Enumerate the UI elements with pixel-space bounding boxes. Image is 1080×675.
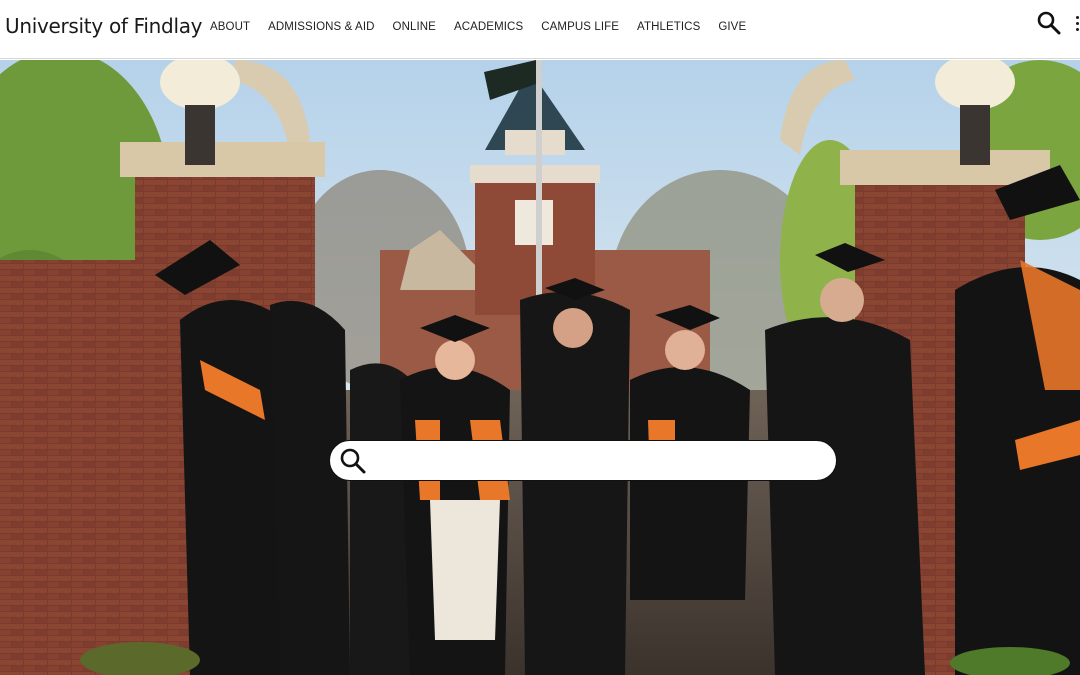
- nav-item-about[interactable]: ABOUT: [210, 21, 250, 33]
- hero-search-input[interactable]: [376, 447, 820, 475]
- nav-item-admissions-aid[interactable]: ADMISSIONS & AID: [268, 21, 374, 33]
- nav-item-give[interactable]: GIVE: [718, 21, 746, 33]
- more-vertical-icon[interactable]: [1071, 14, 1080, 32]
- nav-item-online[interactable]: ONLINE: [393, 21, 436, 33]
- hero-banner: [0, 60, 1080, 675]
- site-header: University of Findlay ABOUT ADMISSIONS &…: [0, 0, 1080, 59]
- main-nav: ABOUT ADMISSIONS & AID ONLINE ACADEMICS …: [210, 21, 764, 33]
- hero-search-bar[interactable]: [329, 440, 837, 481]
- hero-photo: [0, 60, 1080, 675]
- search-icon[interactable]: [1036, 10, 1062, 36]
- site-logo[interactable]: University of Findlay: [5, 14, 203, 38]
- nav-item-campus-life[interactable]: CAMPUS LIFE: [541, 21, 619, 33]
- nav-item-academics[interactable]: ACADEMICS: [454, 21, 523, 33]
- nav-item-athletics[interactable]: ATHLETICS: [637, 21, 700, 33]
- search-icon: [339, 447, 367, 475]
